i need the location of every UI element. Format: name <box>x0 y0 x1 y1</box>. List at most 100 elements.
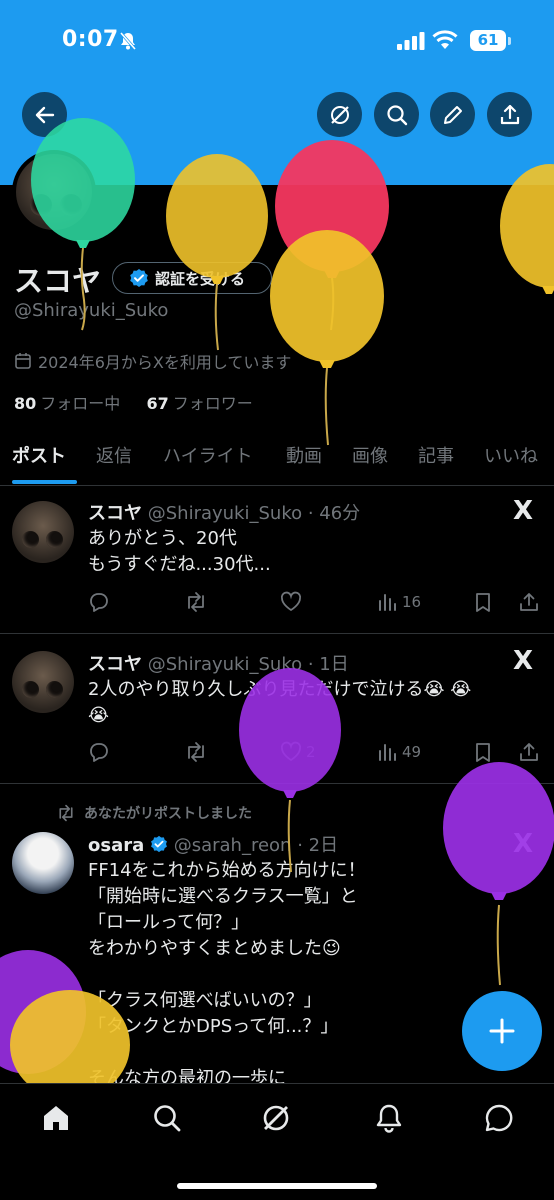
post-text: ありがとう、20代 もうすぐだね...30代... <box>88 528 271 575</box>
bookmark-icon <box>476 743 490 762</box>
avatar-eye <box>60 194 82 216</box>
post[interactable]: スコヤ @Shirayuki_Suko · 1日 X 2人のやり取り久しぶり見た… <box>0 634 554 784</box>
post[interactable]: スコヤ @Shirayuki_Suko · 46分 X ありがとう、20代 もう… <box>0 486 554 634</box>
reply-icon <box>90 593 108 612</box>
share-button[interactable] <box>487 92 532 137</box>
verified-badge-icon <box>130 269 148 287</box>
verify-label: 認証を受ける <box>155 269 246 288</box>
views-icon <box>379 594 396 611</box>
post-author-name[interactable]: スコヤ <box>88 654 142 675</box>
like-button[interactable]: 2 <box>280 741 316 763</box>
x-logo-icon: X <box>513 829 534 859</box>
wifi-icon <box>432 30 458 49</box>
home-indicator <box>177 1183 377 1189</box>
bell-muted-icon <box>119 32 137 50</box>
balloon-yellow <box>270 230 384 446</box>
bell-icon[interactable] <box>373 1102 405 1134</box>
avatar-eye <box>46 531 63 548</box>
back-button[interactable] <box>22 92 67 137</box>
post-header: osara @sarah_reon · 2日 <box>88 831 338 857</box>
get-verified-button[interactable]: 認証を受ける <box>112 262 272 294</box>
bookmark-button[interactable] <box>472 591 498 613</box>
repost-button[interactable] <box>184 741 212 763</box>
profile-handle: @Shirayuki_Suko <box>14 300 169 321</box>
like-button[interactable] <box>280 591 306 613</box>
heart-icon <box>280 741 302 762</box>
balloon-purple <box>0 950 86 1074</box>
tab-likes[interactable]: いいね <box>484 442 538 468</box>
home-icon[interactable] <box>40 1102 72 1134</box>
repost-indicator: あなたがリポストしました <box>56 803 252 823</box>
post-author-name[interactable]: スコヤ <box>88 503 142 524</box>
post-meta: @Shirayuki_Suko · 46分 <box>147 503 361 524</box>
grok-icon <box>330 105 349 124</box>
tab-posts[interactable]: ポスト <box>12 442 66 468</box>
repost-icon <box>188 742 204 762</box>
repost-button[interactable] <box>184 591 212 613</box>
post-author-name[interactable]: osara <box>88 835 144 856</box>
search-button[interactable] <box>374 92 419 137</box>
post-avatar[interactable] <box>12 501 74 563</box>
avatar-eye <box>22 681 39 698</box>
views-icon <box>379 744 396 761</box>
view-count: 49 <box>402 743 422 761</box>
following-count: 80 <box>14 394 37 413</box>
grok-icon[interactable] <box>260 1102 292 1134</box>
views-button[interactable]: 16 <box>376 591 421 613</box>
tab-videos[interactable]: 動画 <box>286 442 322 468</box>
bookmark-icon <box>476 593 490 612</box>
tab-replies[interactable]: 返信 <box>96 442 132 468</box>
share-post-button[interactable] <box>518 741 544 763</box>
reply-button[interactable] <box>88 591 114 613</box>
share-post-button[interactable] <box>518 591 544 613</box>
followers-label: フォロワー <box>172 394 253 413</box>
post-avatar[interactable] <box>12 832 74 894</box>
message-icon[interactable] <box>483 1102 515 1134</box>
following-label: フォロー中 <box>40 394 121 413</box>
compose-post-button[interactable] <box>462 991 542 1071</box>
pencil-icon <box>443 105 462 124</box>
x-logo-icon: X <box>513 646 534 676</box>
post-actions: 2 49 <box>88 741 543 765</box>
post-text: FF14をこれから始める方向けに！ 「開始時に選べるクラス一覧」と 「ロールって… <box>88 860 366 1083</box>
post-actions: 16 <box>88 591 543 615</box>
grok-button[interactable] <box>317 92 362 137</box>
battery-indicator: 61 <box>470 30 506 51</box>
x-logo-icon: X <box>513 496 534 526</box>
search-icon[interactable] <box>151 1102 183 1134</box>
calendar-icon <box>15 353 31 369</box>
avatar-eye <box>30 194 52 216</box>
status-bar: 0:07 61 <box>0 0 554 80</box>
reply-icon <box>90 743 108 762</box>
share-icon <box>520 593 538 611</box>
tab-images[interactable]: 画像 <box>352 442 388 468</box>
post-header: スコヤ @Shirayuki_Suko · 46分 <box>88 499 360 525</box>
status-time: 0:07 <box>62 27 119 52</box>
tab-highlights[interactable]: ハイライト <box>163 442 253 468</box>
arrow-left-icon <box>35 106 54 123</box>
tab-articles[interactable]: 記事 <box>418 442 454 468</box>
repost-icon <box>188 592 204 612</box>
post-header: スコヤ @Shirayuki_Suko · 1日 <box>88 650 349 676</box>
post-avatar[interactable] <box>12 651 74 713</box>
reply-button[interactable] <box>88 741 114 763</box>
display-name: スコヤ <box>14 264 102 298</box>
post-meta: @Shirayuki_Suko · 1日 <box>147 654 349 675</box>
verified-badge-icon <box>151 835 167 853</box>
followers-link[interactable]: 67 フォロワー <box>146 394 252 413</box>
following-link[interactable]: 80 フォロー中 <box>14 394 120 413</box>
post-text: 2人のやり取り久しぶり見ただけで泣ける😭 😭 😭 <box>88 679 472 726</box>
profile-avatar[interactable] <box>12 150 96 234</box>
like-count: 2 <box>306 743 316 761</box>
search-icon <box>386 104 407 125</box>
share-icon <box>500 104 519 124</box>
post-meta: @sarah_reon · 2日 <box>173 835 339 856</box>
follow-stats: 80 フォロー中 67 フォロワー <box>14 390 253 414</box>
view-count: 16 <box>402 593 422 611</box>
active-tab-indicator <box>12 480 77 484</box>
views-button[interactable]: 49 <box>376 741 421 763</box>
plus-icon <box>489 1018 515 1044</box>
edit-button[interactable] <box>430 92 475 137</box>
bookmark-button[interactable] <box>472 741 498 763</box>
followers-count: 67 <box>146 394 169 413</box>
